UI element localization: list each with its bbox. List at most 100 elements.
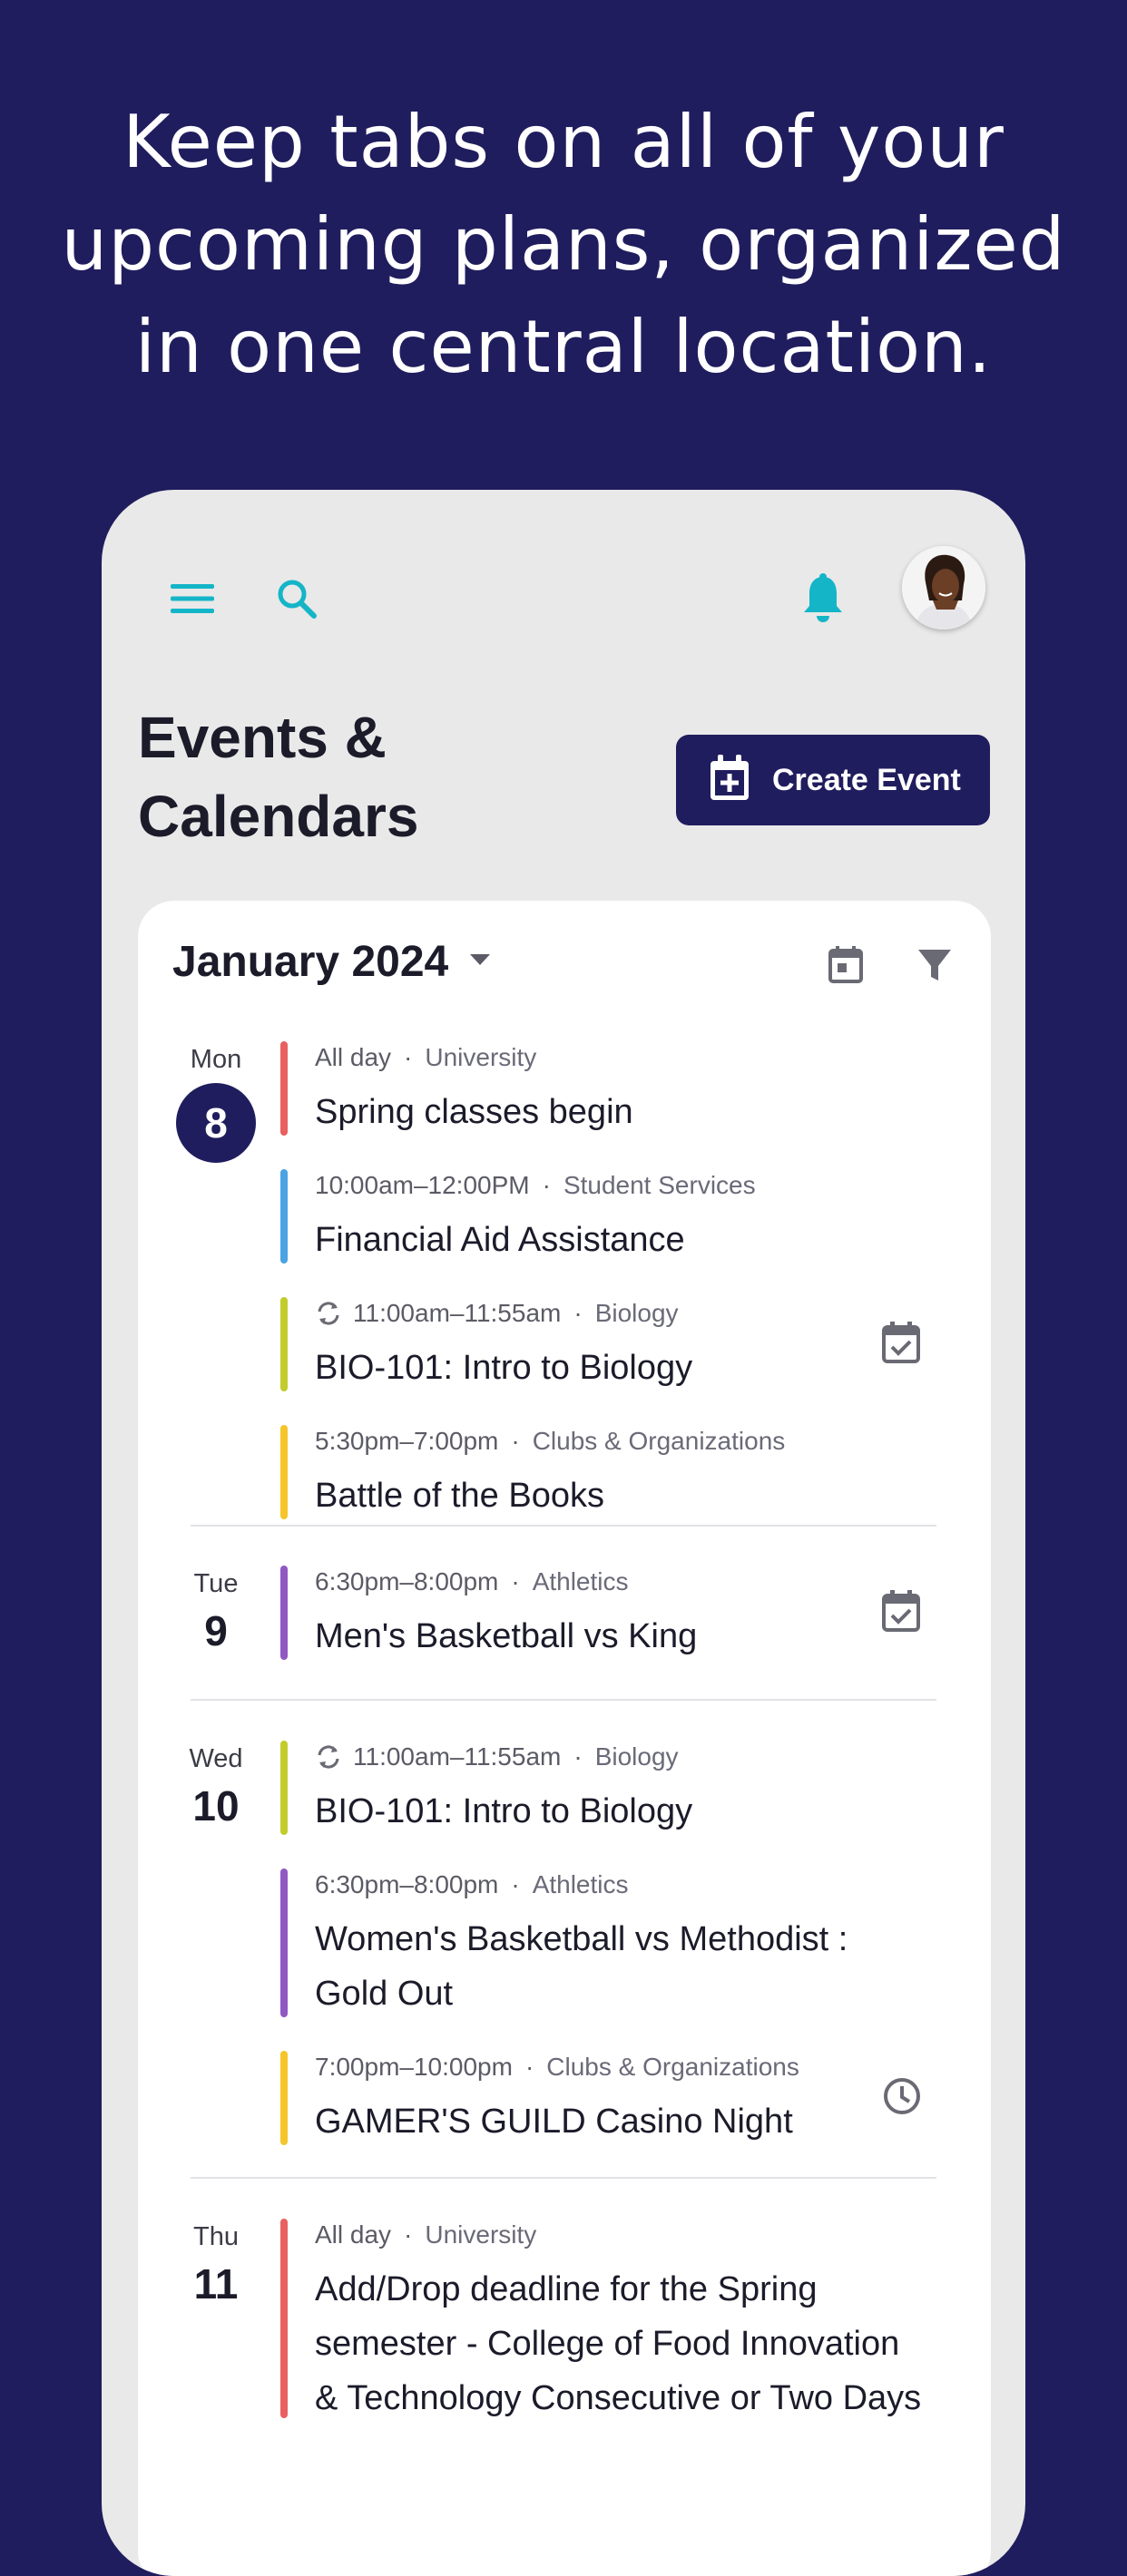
event-color-bar (280, 2219, 288, 2418)
event-category: Clubs & Organizations (546, 2053, 799, 2081)
headline-line: in one central location. (134, 305, 993, 389)
event-item[interactable]: 11:00am–11:55am · Biology BIO-101: Intro to… (280, 1297, 970, 1391)
event-time: All day (315, 1043, 392, 1071)
event-meta: 5:30pm–7:00pm · Clubs & Organizations (315, 1427, 785, 1456)
event-title: BIO-101: Intro to Biology (315, 1792, 693, 1830)
day-name: Wed (189, 1744, 243, 1773)
event-item[interactable]: 6:30pm–8:00pm · Athletics Women's Basketbal… (280, 1869, 970, 2017)
create-event-label: Create Event (772, 762, 961, 797)
bell-icon[interactable] (787, 561, 859, 637)
event-item[interactable]: 11:00am–11:55am · Biology BIO-101: Intro to… (280, 1741, 970, 1835)
event-meta: 6:30pm–8:00pm · Athletics (315, 1870, 629, 1899)
day-divider (191, 1525, 936, 1527)
page-title-line: Events & (138, 705, 387, 770)
repeat-icon (315, 1300, 342, 1327)
separator-dot: · (404, 1043, 413, 1071)
event-item[interactable]: All day · University Spring classes begin (280, 1041, 970, 1136)
event-meta: 7:00pm–10:00pm · Clubs & Organizations (315, 2053, 799, 2082)
event-category: University (425, 1043, 537, 1071)
event-item[interactable]: 5:30pm–7:00pm · Clubs & Organizations Battl… (280, 1425, 970, 1519)
headline: Keep tabs on all of your upcoming plans,… (0, 91, 1127, 398)
top-bar (102, 490, 1025, 629)
separator-dot: · (542, 1171, 551, 1199)
separator-dot: · (524, 2053, 534, 2081)
event-title: Add/Drop deadline for the Spring semeste… (315, 2270, 922, 2417)
repeat-icon (315, 1743, 342, 1771)
event-title: BIO-101: Intro to Biology (315, 1349, 693, 1387)
event-time: All day (315, 2220, 392, 2249)
event-title: GAMER'S GUILD Casino Night (315, 2103, 793, 2141)
calendar-plus-icon (709, 754, 750, 806)
event-color-bar (280, 1041, 288, 1136)
day-label: Thu 11 (172, 2219, 260, 2309)
event-time: 6:30pm–8:00pm (315, 1870, 499, 1898)
day-label: Mon 8 (172, 1041, 260, 1163)
month-label: January 2024 (172, 938, 449, 986)
event-category: University (425, 2220, 537, 2249)
day-name: Mon (190, 1045, 242, 1074)
headline-line: Keep tabs on all of your (122, 100, 1004, 184)
event-time: 10:00am–12:00PM (315, 1171, 530, 1199)
day-number: 11 (193, 2260, 239, 2308)
event-time: 7:00pm–10:00pm (315, 2053, 513, 2081)
separator-dot: · (573, 1742, 583, 1771)
separator-dot: · (511, 1870, 520, 1898)
create-event-button[interactable]: Create Event (676, 735, 990, 825)
event-time: 6:30pm–8:00pm (315, 1567, 499, 1595)
chevron-down-icon (468, 952, 492, 971)
search-icon[interactable] (260, 562, 333, 635)
event-title: Financial Aid Assistance (315, 1221, 685, 1259)
clock-icon[interactable] (882, 2076, 922, 2121)
separator-dot: · (511, 1427, 520, 1455)
day-number: 9 (204, 1607, 228, 1654)
event-item[interactable]: 10:00am–12:00PM · Student Services Financia… (280, 1169, 970, 1264)
event-item[interactable]: 6:30pm–8:00pm · Athletics Men's Basketball … (280, 1566, 970, 1660)
user-avatar[interactable] (902, 546, 985, 629)
event-time: 11:00am–11:55am (353, 1299, 562, 1327)
day-label: Tue 9 (172, 1566, 260, 1656)
calendar-check-icon[interactable] (881, 1589, 921, 1637)
event-color-bar (280, 1741, 288, 1835)
event-category: Biology (594, 1742, 679, 1771)
separator-dot: · (511, 1567, 520, 1595)
event-item[interactable]: 7:00pm–10:00pm · Clubs & Organizations GAME… (280, 2051, 970, 2145)
day-name: Tue (193, 1569, 239, 1598)
event-color-bar (280, 1425, 288, 1519)
calendar-view-icon[interactable] (818, 937, 873, 991)
day-number: 10 (192, 1782, 240, 1830)
event-time: 11:00am–11:55am (353, 1742, 562, 1771)
event-title: Spring classes begin (315, 1093, 633, 1131)
day-divider (191, 1699, 936, 1701)
calendar-check-icon[interactable] (881, 1321, 921, 1369)
event-time: 5:30pm–7:00pm (315, 1427, 499, 1455)
event-category: Athletics (532, 1870, 629, 1898)
hamburger-menu-icon[interactable] (156, 562, 229, 635)
event-color-bar (280, 1297, 288, 1391)
event-title: Women's Basketball vs Methodist : Gold O… (315, 1920, 848, 2013)
event-meta: 11:00am–11:55am · Biology (315, 1742, 679, 1771)
event-category: Clubs & Organizations (532, 1427, 786, 1455)
event-meta: 10:00am–12:00PM · Student Services (315, 1171, 756, 1200)
event-category: Biology (594, 1299, 679, 1327)
filter-icon[interactable] (907, 937, 962, 991)
day-label: Wed 10 (172, 1741, 260, 1831)
event-color-bar (280, 1566, 288, 1660)
month-selector[interactable]: January 2024 (172, 937, 492, 987)
page-title-line: Calendars (138, 784, 419, 849)
event-meta: All day · University (315, 2220, 536, 2249)
today-date-badge: 8 (176, 1083, 256, 1163)
event-color-bar (280, 1169, 288, 1264)
separator-dot: · (404, 2220, 413, 2249)
headline-line: upcoming plans, organized (61, 202, 1066, 287)
event-color-bar (280, 1869, 288, 2017)
page-title: Events & Calendars (138, 698, 519, 856)
event-title: Men's Basketball vs King (315, 1617, 698, 1655)
event-meta: 11:00am–11:55am · Biology (315, 1299, 679, 1328)
events-card: January 2024 Mon 8 All day · University Sprin… (138, 901, 991, 2576)
event-category: Athletics (532, 1567, 629, 1595)
day-divider (191, 2177, 936, 2179)
event-title: Battle of the Books (315, 1477, 604, 1515)
separator-dot: · (573, 1299, 583, 1327)
event-meta: 6:30pm–8:00pm · Athletics (315, 1567, 629, 1596)
event-item[interactable]: All day · University Add/Drop deadline for … (280, 2219, 970, 2418)
